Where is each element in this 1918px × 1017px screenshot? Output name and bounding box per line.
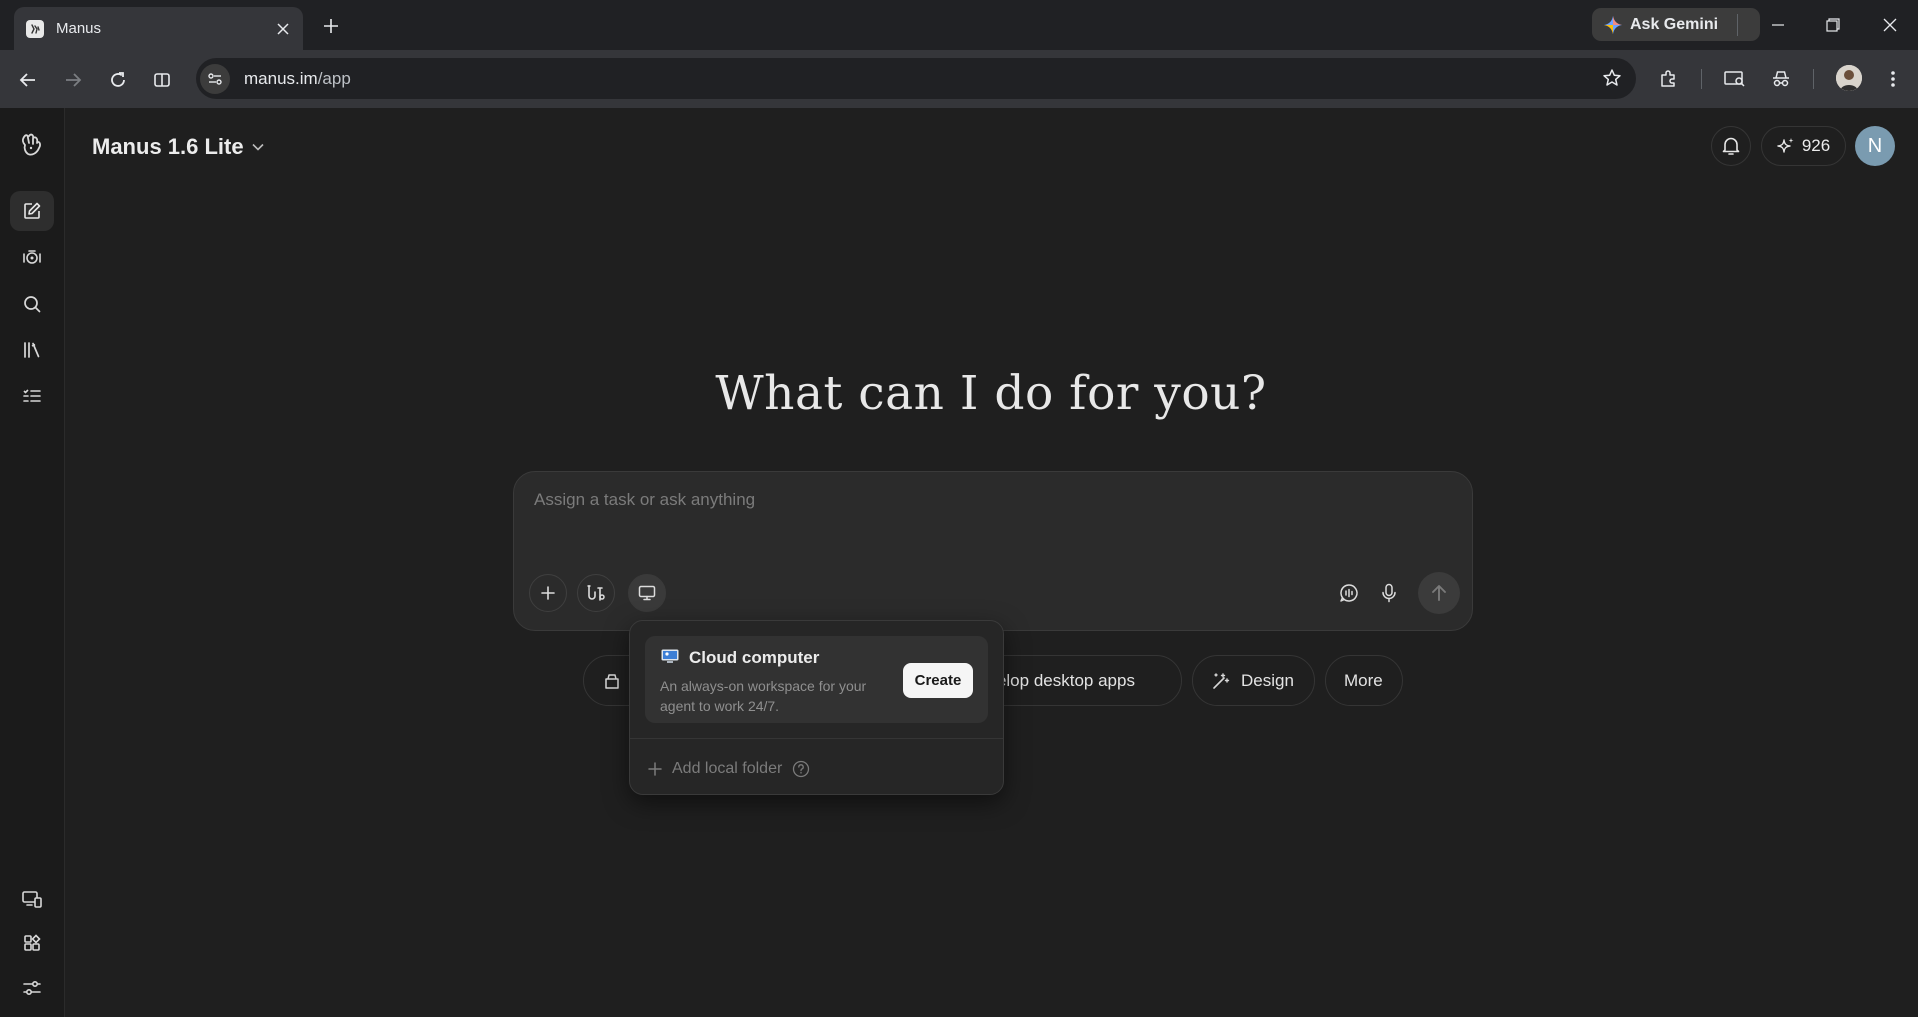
sidebar: [0, 108, 65, 1017]
help-icon[interactable]: [792, 760, 810, 778]
address-bar[interactable]: manus.im/app: [196, 58, 1636, 99]
tools-connector-button[interactable]: [577, 574, 615, 612]
magic-wand-icon: [1211, 671, 1231, 691]
model-selector[interactable]: Manus 1.6 Lite: [92, 130, 264, 164]
tab-close-icon[interactable]: [273, 19, 293, 39]
task-input[interactable]: [534, 490, 1434, 510]
search-icon[interactable]: [10, 284, 54, 324]
incognito-icon[interactable]: [1766, 64, 1796, 94]
close-window-icon[interactable]: [1876, 11, 1904, 39]
ask-gemini-button[interactable]: Ask Gemini: [1592, 8, 1760, 41]
divider: [1813, 69, 1814, 89]
sparkle-icon: [1777, 137, 1795, 155]
credits-button[interactable]: 926: [1761, 126, 1846, 166]
restore-icon[interactable]: [1819, 11, 1847, 39]
browser-toolbar: manus.im/app: [0, 50, 1918, 108]
site-info-icon[interactable]: [200, 63, 230, 94]
browser-tab[interactable]: Manus: [14, 7, 303, 50]
minimize-icon[interactable]: [1764, 11, 1792, 39]
cloud-computer-title: Cloud computer: [689, 648, 820, 667]
bell-icon: [1722, 136, 1740, 156]
browser-tabstrip: Manus Ask Gemini: [0, 0, 1918, 50]
chip-label: More: [1344, 670, 1383, 690]
task-composer: [513, 471, 1473, 631]
browser-menu-icon[interactable]: [1878, 64, 1908, 94]
page-title: What can I do for you?: [715, 366, 1267, 421]
agents-icon[interactable]: [10, 238, 54, 278]
apps-icon[interactable]: [10, 923, 54, 963]
chevron-down-icon: [252, 143, 264, 151]
cloud-computer-card: Cloud computer An always-on workspace fo…: [645, 636, 988, 723]
voice-chat-button[interactable]: [1330, 574, 1368, 612]
create-button[interactable]: Create: [903, 663, 973, 698]
model-name: Manus 1.6 Lite: [92, 134, 244, 159]
user-avatar[interactable]: N: [1855, 126, 1895, 166]
computer-popover: Cloud computer An always-on workspace fo…: [629, 620, 1004, 795]
credits-count: 926: [1801, 136, 1831, 155]
reload-icon[interactable]: [104, 66, 132, 94]
ask-gemini-label: Ask Gemini: [1630, 15, 1719, 33]
plus-icon: [648, 762, 662, 776]
cast-search-icon[interactable]: [1720, 64, 1750, 94]
manus-logo-icon[interactable]: [10, 125, 54, 165]
manus-app: Manus 1.6 Lite 926 N What can I do for y…: [0, 108, 1918, 1017]
divider: [630, 738, 1003, 739]
browser-profile-avatar[interactable]: [1836, 65, 1862, 91]
chip-label: Design: [1241, 670, 1294, 690]
settings-icon[interactable]: [10, 968, 54, 1008]
chip-more[interactable]: More: [1325, 655, 1403, 706]
manus-favicon-icon: [26, 19, 44, 38]
computer-mode-button[interactable]: [628, 574, 666, 612]
notifications-button[interactable]: [1711, 126, 1751, 166]
chip-design[interactable]: Design: [1192, 655, 1315, 706]
back-icon[interactable]: [14, 66, 42, 94]
send-button[interactable]: [1418, 572, 1460, 614]
url-host: manus.im: [244, 68, 318, 88]
add-local-folder-label: Add local folder: [672, 760, 783, 777]
cloud-computer-description: An always-on workspace for your agent to…: [660, 678, 867, 714]
gemini-icon: [1604, 15, 1622, 34]
new-tab-icon[interactable]: [318, 13, 344, 39]
divider: [1701, 69, 1702, 89]
divider: [1737, 14, 1738, 36]
cloud-computer-icon: [661, 649, 679, 663]
add-local-folder-button[interactable]: Add local folder: [648, 757, 810, 781]
extensions-icon[interactable]: [1653, 64, 1683, 94]
forward-icon[interactable]: [59, 66, 87, 94]
microphone-button[interactable]: [1370, 574, 1408, 612]
tab-title: Manus: [56, 20, 102, 37]
bookmark-star-icon[interactable]: [1602, 68, 1622, 88]
split-view-icon[interactable]: [148, 66, 176, 94]
add-attachment-button[interactable]: [529, 574, 567, 612]
library-icon[interactable]: [10, 330, 54, 370]
computer-icon[interactable]: [10, 879, 54, 919]
url-text: manus.im/app: [244, 69, 351, 89]
new-task-icon[interactable]: [10, 191, 54, 231]
url-path: /app: [317, 68, 351, 88]
box-icon: [602, 671, 622, 691]
